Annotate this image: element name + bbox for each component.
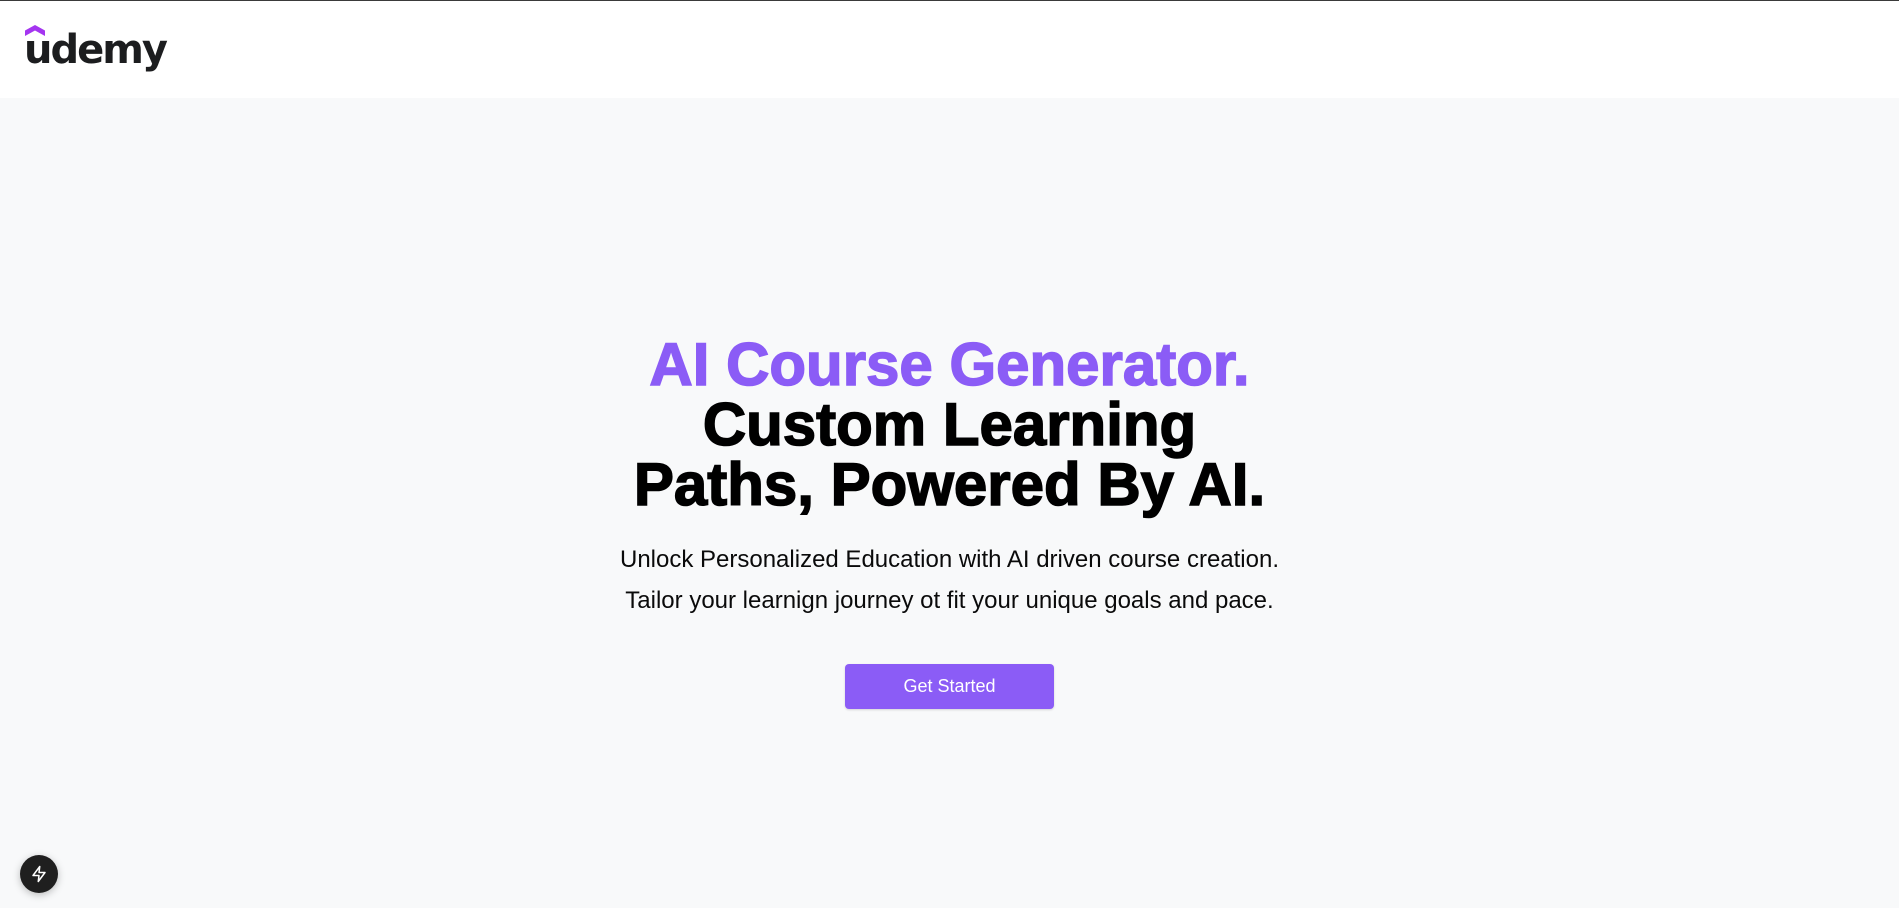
hero-section: AI Course Generator. Custom Learning Pat… (0, 331, 1899, 709)
floating-action-button[interactable] (20, 855, 58, 893)
lightning-bolt-icon (32, 865, 46, 883)
subtitle-line-2: Tailor your learnign journey ot fit your… (625, 587, 1274, 614)
site-header: udemy (0, 1, 1899, 98)
logo-wordmark: udemy (24, 27, 168, 73)
hero-subtitle: Unlock Personalized Education with AI dr… (0, 539, 1899, 621)
headline-accent: AI Course Generator. (649, 331, 1251, 398)
subtitle-line-1: Unlock Personalized Education with AI dr… (619, 546, 1279, 573)
headline-rest: Custom Learning Paths, Powered By AI. (633, 391, 1266, 518)
udemy-logo[interactable]: udemy (24, 24, 168, 74)
hero-headline: AI Course Generator. Custom Learning Pat… (590, 331, 1310, 518)
get-started-button[interactable]: Get Started (845, 664, 1054, 709)
